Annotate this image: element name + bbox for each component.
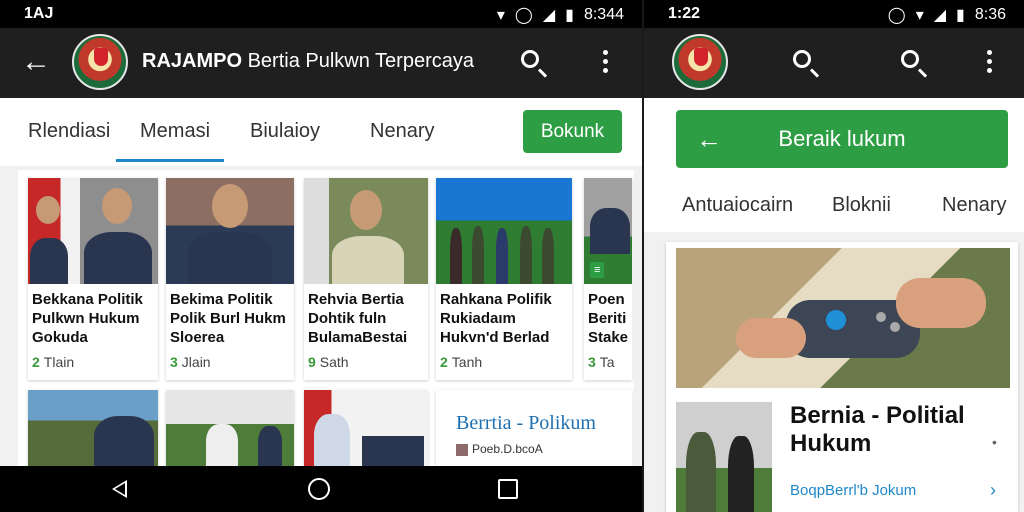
tab-2[interactable]: Memasi bbox=[140, 120, 210, 143]
feature-link[interactable]: BoqpBerrl'b Jokum bbox=[790, 482, 916, 499]
news-meta: 3 Ta bbox=[588, 354, 615, 370]
right-screen: 1:22 ◯ ▾ ◢ ▮ 8:36 ← Beraik lukum Antuaio… bbox=[644, 0, 1024, 512]
action-button[interactable]: Bokunk bbox=[523, 110, 622, 153]
news-card[interactable]: Bekima Politik Polik Burl Hukm Sloerea 3… bbox=[166, 178, 294, 380]
alarm-icon: ◯ bbox=[887, 7, 906, 24]
battery-icon: ▮ bbox=[956, 7, 965, 24]
status-bar: 1AJ ▾ ◯ ◢ ▮ 8:344 bbox=[0, 0, 642, 28]
battery-icon: ▮ bbox=[565, 7, 574, 24]
news-headline: Rahkana Polifik Rukiadaım Hukvn'd Berlad bbox=[440, 291, 552, 346]
status-time: 1AJ bbox=[24, 5, 54, 22]
left-screen: 1AJ ▾ ◯ ◢ ▮ 8:344 ← RAJAMPO Bertia Pulkw… bbox=[0, 0, 642, 512]
news-headline: Bekkana Politik Pulkwn Hukum Gokuda bbox=[32, 291, 143, 346]
feature-subtitle: Poeb.D.bcoA bbox=[456, 442, 543, 456]
news-tag: ≡ bbox=[590, 262, 605, 278]
news-thumbnail[interactable] bbox=[28, 390, 158, 466]
feature-image bbox=[676, 248, 1010, 388]
status-clock: 8:344 bbox=[583, 6, 624, 23]
alarm-icon: ◯ bbox=[514, 7, 533, 24]
refresh-search-icon[interactable] bbox=[896, 46, 928, 78]
news-image bbox=[436, 178, 572, 284]
feature-title: Berrtia - Polikum bbox=[456, 412, 596, 434]
news-meta: 3 Jlain bbox=[170, 354, 211, 370]
tab-4[interactable]: Nenary bbox=[370, 120, 434, 143]
back-arrow-icon: ← bbox=[696, 124, 722, 154]
system-nav-bar bbox=[0, 466, 642, 512]
app-title: RAJAMPO Bertia Pulkwn Terpercaya bbox=[142, 50, 474, 72]
section-button[interactable]: ← Beraik lukum bbox=[676, 110, 1008, 168]
status-bar: 1:22 ◯ ▾ ◢ ▮ 8:36 bbox=[644, 0, 1024, 28]
wifi-icon: ▾ bbox=[496, 7, 505, 24]
app-logo bbox=[672, 34, 728, 90]
news-card[interactable]: Rehvia Bertia Dohtik fuln BulamaBestai 9… bbox=[304, 178, 428, 380]
news-image: ≡ bbox=[584, 178, 632, 284]
feature-card[interactable]: Bernia - Politial Hukum BoqpBerrl'b Joku… bbox=[666, 242, 1018, 512]
news-image bbox=[28, 178, 158, 284]
chevron-right-icon[interactable]: › bbox=[990, 480, 996, 501]
tab-1[interactable]: Rlendiasi bbox=[28, 120, 110, 143]
more-vert-icon[interactable] bbox=[590, 46, 622, 78]
tab-bar: Rlendiasi Memasi Biulaioy Nenary Bokunk bbox=[0, 98, 642, 166]
active-tab-indicator bbox=[116, 159, 224, 162]
nav-back-icon[interactable] bbox=[112, 480, 127, 498]
news-thumbnail[interactable] bbox=[304, 390, 428, 466]
news-card[interactable]: Bekkana Politik Pulkwn Hukum Gokuda 2 Tla… bbox=[28, 178, 158, 380]
feature-card[interactable]: Berrtia - Polikum Poeb.D.bcoA bbox=[436, 390, 632, 466]
feature-title: Bernia - Politial Hukum bbox=[790, 402, 965, 457]
meta-icon: 9 bbox=[308, 354, 316, 370]
news-card[interactable]: Rahkana Polifik Rukiadaım Hukvn'd Berlad… bbox=[436, 178, 572, 380]
meta-icon: 3 bbox=[170, 354, 178, 370]
status-time: 1:22 bbox=[668, 5, 701, 22]
nav-recent-icon[interactable] bbox=[498, 479, 518, 499]
signal-icon: ◢ bbox=[542, 7, 556, 24]
tab-3[interactable]: Nenary bbox=[942, 194, 1006, 217]
news-image bbox=[304, 178, 428, 284]
app-logo bbox=[72, 34, 128, 90]
wifi-icon: ▾ bbox=[915, 7, 924, 24]
news-meta: 9 Sath bbox=[308, 354, 349, 370]
news-headline: Bekima Politik Polik Burl Hukm Sloerea bbox=[170, 291, 286, 346]
news-headline: Rehvia Bertia Dohtik fuln BulamaBestai bbox=[308, 291, 408, 346]
news-image bbox=[166, 178, 294, 284]
meta-icon: 2 bbox=[440, 354, 448, 370]
status-clock: 8:36 bbox=[974, 6, 1006, 23]
nav-home-icon[interactable] bbox=[308, 478, 330, 500]
meta-icon: 3 bbox=[588, 354, 596, 370]
news-meta: 2 Tlain bbox=[32, 354, 75, 370]
news-grid: Bekkana Politik Pulkwn Hukum Gokuda 2 Tla… bbox=[18, 170, 634, 466]
signal-icon: ◢ bbox=[933, 7, 947, 24]
meta-icon: 2 bbox=[32, 354, 40, 370]
more-vert-icon[interactable] bbox=[974, 46, 1006, 78]
news-card[interactable]: ≡ Poen Beriti Stake 3 Ta bbox=[584, 178, 632, 380]
feature-thumbnail bbox=[676, 402, 772, 512]
tab-3[interactable]: Biulaioy bbox=[250, 120, 320, 143]
more-dot-icon[interactable]: • bbox=[992, 434, 997, 450]
tab-1[interactable]: Antuaiocairn bbox=[682, 194, 793, 217]
news-headline: Poen Beriti Stake bbox=[588, 291, 629, 346]
back-arrow-icon[interactable]: ← bbox=[18, 44, 54, 80]
tab-bar: ← Beraik lukum Antuaiocairn Bloknii Nena… bbox=[644, 98, 1024, 232]
news-meta: 2 Tanh bbox=[440, 354, 483, 370]
search-icon[interactable] bbox=[788, 46, 820, 78]
app-bar: ← RAJAMPO Bertia Pulkwn Terpercaya bbox=[0, 28, 642, 98]
tab-2[interactable]: Bloknii bbox=[832, 194, 891, 217]
app-bar bbox=[644, 28, 1024, 98]
search-icon[interactable] bbox=[516, 46, 548, 78]
avatar bbox=[456, 443, 468, 456]
news-thumbnail[interactable] bbox=[166, 390, 294, 466]
